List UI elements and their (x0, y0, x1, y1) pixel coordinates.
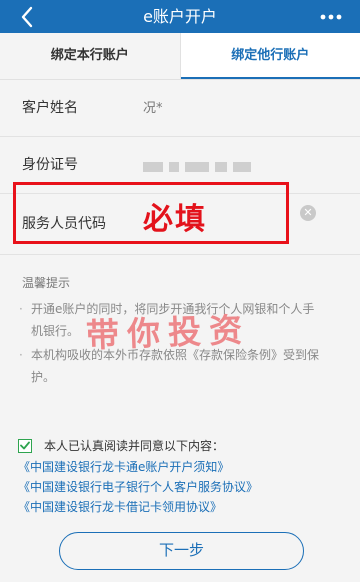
back-button[interactable] (14, 4, 40, 30)
name-row: 客户姓名 况* (0, 80, 360, 137)
checkmark-icon (20, 441, 30, 450)
tab-bind-other-bank[interactable]: 绑定他行账户 (180, 33, 360, 79)
name-label: 客户姓名 (22, 100, 78, 116)
agreement-link-account-notice[interactable]: 《中国建设银行龙卡通e账户开户须知》 (18, 458, 229, 475)
agreement-text: 本人已认真阅读并同意以下内容： (44, 439, 225, 453)
more-button[interactable] (318, 5, 344, 29)
id-number-masked-value (143, 162, 251, 172)
tips-title: 温馨提示 (22, 276, 71, 290)
page-title: e账户开户 (143, 7, 217, 26)
more-dots-icon (320, 14, 342, 20)
chevron-left-icon (21, 6, 33, 28)
required-note: 必填 (143, 202, 207, 237)
navbar: e账户开户 (0, 0, 360, 33)
tab-bind-own-bank[interactable]: 绑定本行账户 (0, 33, 181, 79)
watermark-text: 带你投资 (85, 310, 251, 355)
account-tabs: 绑定本行账户 绑定他行账户 (0, 33, 360, 80)
agreement-row: 本人已认真阅读并同意以下内容： (18, 437, 224, 454)
agreement-link-debit-card[interactable]: 《中国建设银行龙卡借记卡领用协议》 (18, 498, 222, 515)
clear-icon[interactable]: ✕ (300, 205, 316, 221)
next-step-button[interactable]: 下一步 (59, 532, 304, 570)
agreement-link-ebanking-service[interactable]: 《中国建设银行电子银行个人客户服务协议》 (18, 478, 258, 495)
agreement-checkbox[interactable] (18, 438, 32, 453)
name-value: 况* (143, 101, 163, 116)
